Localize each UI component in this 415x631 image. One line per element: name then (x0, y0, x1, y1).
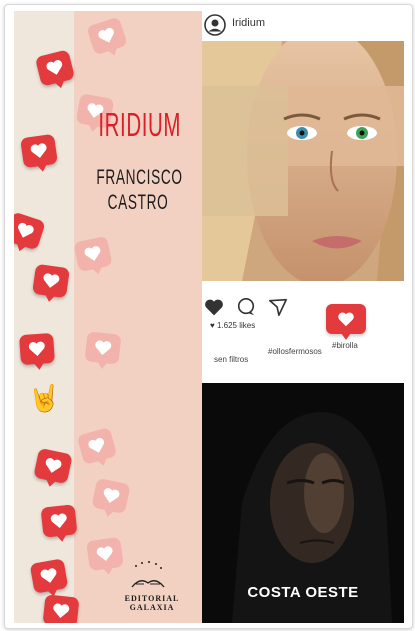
author-last-name: CASTRO (107, 191, 169, 214)
book-cover[interactable]: 🤘 IRIDIUM FRANCISCO CASTRO EDITORIAL GAL… (14, 11, 404, 623)
post-header: Iridium (202, 11, 404, 41)
post-tag: #ollosfermosos (268, 347, 322, 356)
post-actions: ♥ 1.625 likes sen filtros #ollosfermosos… (202, 281, 404, 386)
post-tag: #birolla (332, 341, 358, 350)
heart-badge (84, 331, 122, 365)
instagram-post: Iridium ♥ 1.625 likes sen filtros #ollos… (202, 11, 404, 386)
user-icon (204, 14, 226, 36)
series-name: COSTA OESTE (247, 584, 359, 601)
likes-count: ♥ 1.625 likes (210, 321, 256, 330)
heart-badge (18, 332, 56, 366)
heart-badge (29, 558, 69, 594)
heart-badge (32, 263, 70, 299)
post-tag: sen filtros (214, 355, 249, 364)
publisher-name: EDITORIAL GALAXIA (124, 594, 180, 612)
heart-badge (20, 133, 58, 169)
author-first-name: FRANCISCO (96, 166, 183, 189)
heart-badge (40, 504, 78, 538)
post-username: Iridium (232, 17, 266, 29)
post-photo (202, 41, 404, 281)
book-title: IRIDIUM (98, 106, 182, 143)
heart-badge (42, 594, 80, 623)
send-icon[interactable] (268, 297, 288, 317)
rock-hand-icon: 🤘 (28, 383, 61, 413)
heart-badge (86, 536, 124, 572)
publisher-logo (131, 561, 165, 588)
heart-icon[interactable] (204, 297, 224, 317)
comment-icon[interactable] (236, 297, 256, 317)
like-notification (326, 304, 366, 340)
